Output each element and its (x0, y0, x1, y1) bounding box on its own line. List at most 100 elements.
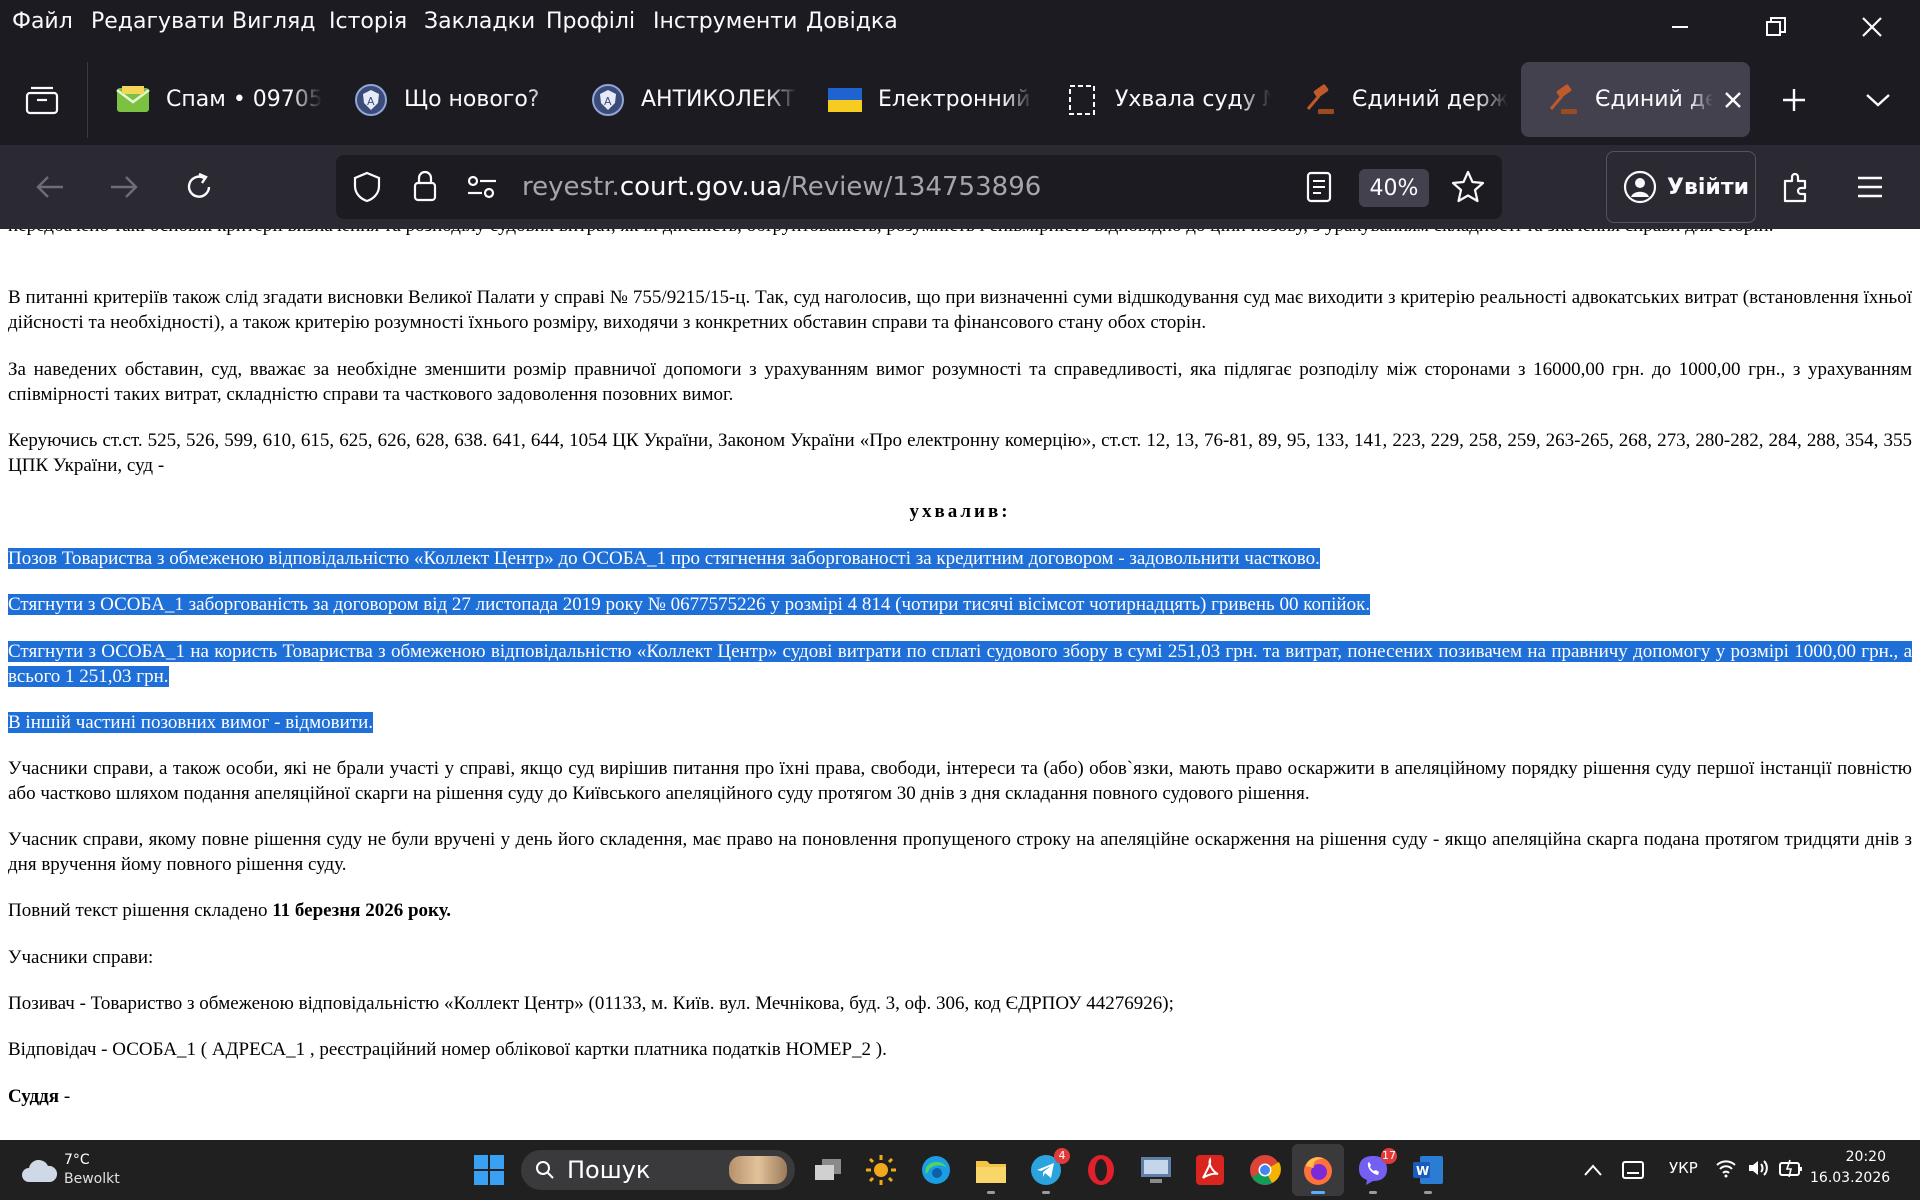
taskbar-chrome[interactable] (1245, 1150, 1285, 1190)
selected-text: Стягнути з ОСОБА_1 заборгованість за дог… (8, 594, 1371, 615)
tab-whats-new[interactable]: A Що нового? (330, 62, 560, 137)
show-hidden-icons-button[interactable] (1573, 1150, 1613, 1190)
windows-logo-icon (474, 1155, 504, 1185)
windows-taskbar: 7°C Bewolkt Пошук 4 17 W УКР 20:20 16.03… (0, 1140, 1920, 1200)
new-tab-button[interactable] (1766, 72, 1822, 128)
folder-icon (976, 1161, 1006, 1183)
arrow-left-icon (36, 176, 63, 198)
bookmark-star-icon[interactable] (1450, 169, 1486, 209)
tab-title: АНТИКОЛЕКТОР (641, 87, 797, 112)
tab-register-active[interactable]: Єдиний державний (1521, 62, 1750, 137)
start-button[interactable] (469, 1150, 509, 1190)
taskbar-acrobat[interactable] (1190, 1150, 1230, 1190)
battery-icon (1779, 1159, 1802, 1178)
menu-file[interactable]: Файл (12, 9, 73, 34)
ruling-heading: ухвалив: (909, 501, 1011, 522)
keyboard-language[interactable]: УКР (1669, 1159, 1698, 1177)
ruling-claim-partial: Позов Товариства з обмеженою відповідаль… (8, 547, 1912, 572)
reader-view-icon[interactable] (1305, 171, 1333, 207)
firefox-view-icon (25, 86, 59, 115)
menu-bookmarks[interactable]: Закладки (424, 9, 535, 34)
minimize-button[interactable] (1632, 0, 1728, 54)
close-tab-button[interactable] (1723, 90, 1743, 110)
taskbar-task-view[interactable] (808, 1150, 848, 1190)
tab-title: Електронний суд (878, 87, 1034, 112)
ukraine-flag-icon (826, 81, 864, 119)
menu-bar: Файл Редагувати Вигляд Історія Закладки … (0, 0, 1920, 44)
tab-register-1[interactable]: Єдиний державний (1278, 62, 1508, 137)
forward-button[interactable] (96, 159, 152, 215)
menu-history[interactable]: Історія (329, 9, 407, 34)
menu-edit[interactable]: Редагувати (91, 9, 225, 34)
weather-condition: Bewolkt (64, 1171, 120, 1187)
svg-text:W: W (1416, 1164, 1429, 1178)
tab-title: Єдиний державний (1595, 87, 1713, 112)
sign-in-button[interactable]: Увійти (1606, 151, 1756, 223)
close-window-button[interactable] (1824, 0, 1920, 54)
taskbar-edge[interactable] (916, 1150, 956, 1190)
taskbar-viber[interactable]: 17 (1353, 1148, 1397, 1194)
chevron-up-icon (1584, 1164, 1602, 1176)
taskbar-search[interactable]: Пошук (521, 1150, 795, 1190)
running-indicator (1311, 1191, 1325, 1194)
tab-electronic-court[interactable]: Електронний суд (804, 62, 1034, 137)
extensions-button[interactable] (1768, 159, 1824, 215)
remote-desktop-icon (1141, 1157, 1171, 1183)
taskbar-firefox[interactable] (1298, 1150, 1338, 1194)
tab-antikolektor[interactable]: A АНТИКОЛЕКТОР (567, 62, 797, 137)
address-bar[interactable]: reyestr.court.gov.ua/Review/134753896 40… (336, 155, 1502, 219)
running-indicator (1369, 1191, 1377, 1194)
menu-profiles[interactable]: Профілі (546, 9, 635, 34)
pdf-reader-icon (1196, 1155, 1224, 1185)
taskbar-app-sun[interactable] (861, 1150, 901, 1190)
taskbar-file-explorer[interactable] (971, 1150, 1011, 1194)
url-text[interactable]: reyestr.court.gov.ua/Review/134753896 (522, 172, 1041, 202)
puzzle-icon (1783, 172, 1807, 203)
arrow-right-icon (111, 176, 138, 198)
lock-icon[interactable] (412, 169, 438, 207)
back-button[interactable] (22, 159, 78, 215)
taskbar-word[interactable]: W (1408, 1150, 1448, 1194)
tray-status-icons[interactable] (1715, 1158, 1803, 1178)
reload-button[interactable] (171, 159, 227, 215)
word-icon: W (1413, 1156, 1443, 1184)
list-all-tabs-button[interactable] (1850, 72, 1906, 128)
taskbar-remote-app[interactable] (1136, 1150, 1176, 1190)
edge-browser-icon (922, 1156, 950, 1184)
paragraph-appeal-term: Учасник справи, якому повне рішення суду… (8, 829, 1912, 875)
permissions-icon[interactable] (466, 173, 498, 205)
taskbar-telegram[interactable]: 4 (1026, 1148, 1070, 1194)
tab-separator (87, 62, 88, 138)
sign-in-label: Увійти (1667, 174, 1750, 200)
svg-text:A: A (367, 95, 375, 108)
tray-device-button[interactable] (1613, 1150, 1653, 1190)
tablet-icon (1622, 1161, 1644, 1179)
page-content: передбачено такі основні критерії визнач… (0, 229, 1920, 1140)
app-menu-button[interactable] (1842, 159, 1898, 215)
tab-court-ruling[interactable]: Ухвала суду № (1041, 62, 1271, 137)
paragraph-plaintiff: Позивач - Товариство з обмеженою відпові… (8, 993, 1174, 1014)
reload-icon (187, 172, 211, 198)
clock-date[interactable]: 16.03.2026 (1810, 1170, 1890, 1186)
clock-time[interactable]: 20:20 (1826, 1149, 1886, 1165)
zoom-level-button[interactable]: 40% (1359, 169, 1429, 207)
running-indicator (987, 1191, 995, 1194)
running-indicator (1424, 1191, 1432, 1194)
tracking-protection-shield-icon[interactable] (352, 171, 382, 207)
firefox-view-button[interactable] (14, 72, 70, 128)
chrome-icon (1250, 1155, 1281, 1185)
restore-button[interactable] (1728, 0, 1824, 54)
shield-badge-icon: A (589, 81, 627, 119)
cloud-icon (22, 1159, 58, 1182)
tab-spam[interactable]: Спам • 0970543 (92, 62, 322, 137)
selected-text: В іншій частині позовних вимог - відмови… (8, 712, 373, 733)
document-icon (1063, 81, 1101, 119)
menu-help[interactable]: Довідка (806, 9, 898, 34)
gavel-icon (1543, 81, 1581, 119)
menu-view[interactable]: Вигляд (232, 9, 315, 34)
wifi-icon (1716, 1160, 1736, 1178)
menu-tools[interactable]: Інструменти (653, 9, 797, 34)
taskbar-opera[interactable] (1081, 1150, 1121, 1190)
restore-icon (1766, 17, 1786, 36)
sun-app-icon (866, 1155, 896, 1185)
